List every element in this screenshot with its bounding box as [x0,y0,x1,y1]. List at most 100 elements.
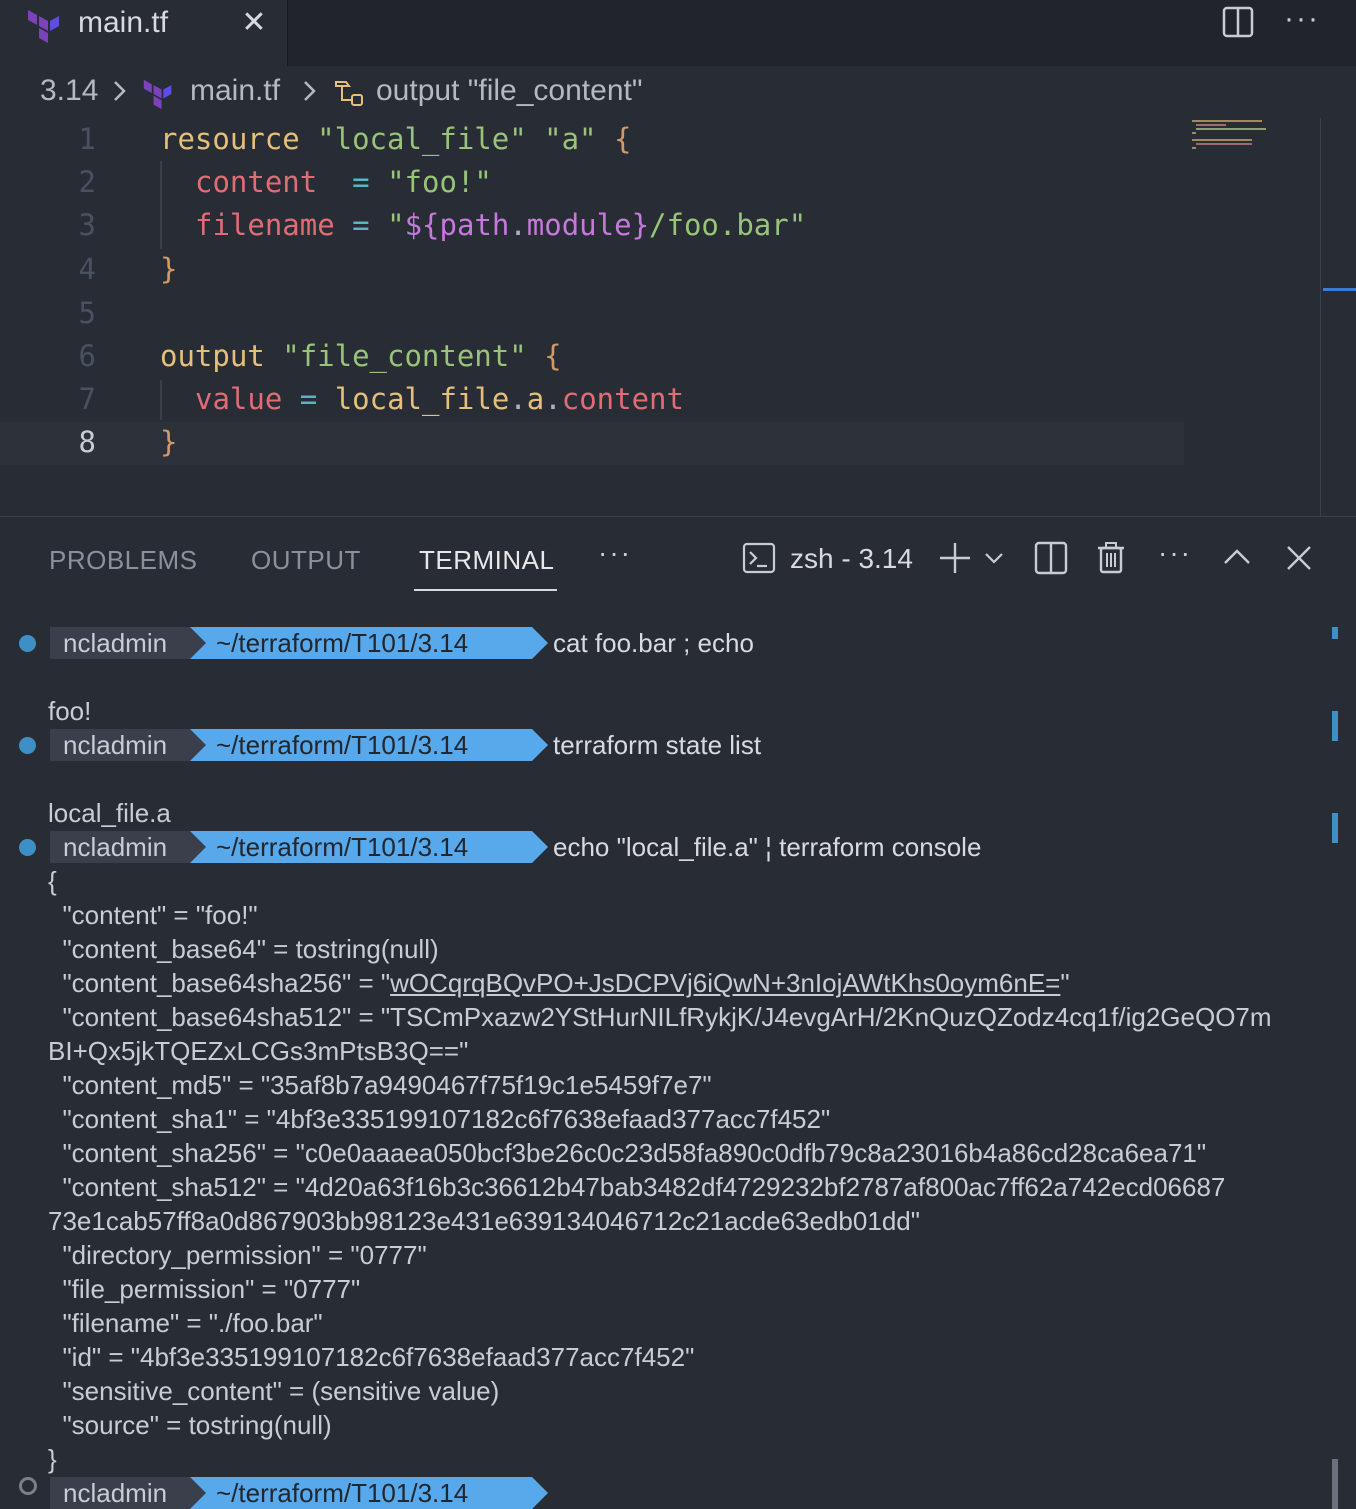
prompt-separator [190,831,206,863]
command-success-icon [19,635,36,652]
breadcrumb-folder[interactable]: 3.14 [40,74,98,108]
output-text: " [1060,968,1070,998]
breadcrumb-file[interactable]: main.tf [190,74,280,108]
token: filename [195,208,335,242]
prompt-user: ncladmin [50,831,203,863]
split-editor-icon[interactable] [1222,6,1254,38]
scroll-mark [1332,711,1338,741]
prompt-path-text: ~/terraform/T101/3.14 [216,628,469,658]
prompt-separator [190,1477,206,1509]
active-tab-indicator [414,589,557,591]
terraform-icon [28,10,59,43]
prompt-user: ncladmin [50,1477,203,1509]
output-line: "file_permission" = "0777" [48,1274,361,1304]
prompt-user: ncladmin [50,729,203,761]
token: "local_file" [317,122,527,156]
output-line: local_file.a [48,798,171,828]
output-line: foo! [48,696,92,726]
scroll-mark [1332,627,1338,639]
prompt-separator [190,729,206,761]
tab-terminal[interactable]: TERMINAL [419,545,554,576]
split-terminal-icon[interactable] [1034,541,1068,575]
token: . [509,208,527,242]
tab-output[interactable]: OUTPUT [251,545,361,576]
chevron-right-icon [114,81,126,101]
code-line-2: content = "foo!" [195,165,492,199]
code-line-4: } [160,252,177,286]
minimap[interactable] [1190,118,1290,158]
token: } [160,252,178,286]
tab-main-tf[interactable]: main.tf ✕ [0,0,288,68]
output-line: } [48,1444,57,1474]
line-number-active: 8 [78,425,96,459]
token: { [614,122,632,156]
tab-problems[interactable]: PROBLEMS [49,545,198,576]
breadcrumb: 3.14 main.tf output "file_content" [0,66,1356,118]
prompt-path-text: ~/terraform/T101/3.14 [216,832,469,862]
prompt-path: ~/terraform/T101/3.14 [190,627,532,659]
code-line-3: filename = "${path.module}/foo.bar" [195,208,806,242]
token: = [352,165,370,199]
prompt-separator [532,831,548,863]
terminal-output[interactable]: ncladmin ~/terraform/T101/3.14 cat foo.b… [0,609,1356,1509]
code-editor[interactable]: 1 2 3 4 5 6 7 8 resource "local_file" "a… [0,118,1356,516]
token: "file_content" [282,339,527,373]
token: { [544,339,562,373]
token: a [526,382,545,416]
chevron-right-icon [304,81,316,101]
close-icon[interactable]: ✕ [240,8,268,38]
output-line: "content_base64sha256" = "wOCqrqBQvPO+Js… [48,966,1070,1000]
editor-scrollbar[interactable] [1320,118,1356,516]
output-line: "directory_permission" = "0777" [48,1240,427,1270]
output-line: { [48,866,57,896]
more-actions-icon[interactable]: ··· [1158,537,1192,569]
prompt-separator [190,627,206,659]
token: path [439,208,510,242]
output-line: "content_sha256" = "c0e0aaaea050bcf3be26… [48,1138,1207,1168]
indent-guide [160,380,162,420]
close-panel-icon[interactable] [1282,541,1316,575]
token: . [544,382,562,416]
token: } [160,425,178,459]
command-text: terraform state list [553,730,762,760]
prompt-user: ncladmin [50,627,203,659]
output-line: "content_sha1" = "4bf3e335199107182c6f76… [48,1104,831,1134]
prompt-path: ~/terraform/T101/3.14 [190,831,532,863]
token: "foo!" [387,165,492,199]
editor-tab-bar: main.tf ✕ ··· [0,0,1356,68]
output-line: "content_base64sha512" = "TSCmPxazw2YStH… [48,1002,1272,1032]
token: /foo.bar" [649,208,807,242]
token: = [352,208,370,242]
output-line: "id" = "4bf3e335199107182c6f7638efaad377… [48,1342,695,1372]
terminal-shell-name[interactable]: zsh - 3.14 [790,543,913,575]
more-actions-icon[interactable]: ··· [1282,2,1322,42]
hash-link[interactable]: wOCqrqBQvPO+JsDCPVj6iQwN+3nIojAWtKhs0oym… [390,968,1060,998]
output-line: "source" = tostring(null) [48,1410,332,1440]
token: value [195,382,283,416]
maximize-panel-icon[interactable] [1220,541,1254,575]
terminal-scrollbar-thumb[interactable] [1332,1459,1338,1509]
command-pending-icon [19,1477,37,1495]
token: local_file [334,382,510,416]
add-terminal-icon[interactable] [938,541,972,575]
more-views-icon[interactable]: ··· [598,537,632,569]
output-line: "content_base64" = tostring(null) [48,934,439,964]
prompt-separator [532,729,548,761]
current-line-highlight [0,422,1184,465]
command-text: cat foo.bar ; echo [553,628,754,658]
token: ${ [404,208,440,242]
command-success-icon [19,737,36,754]
output-line: "content_sha512" = "4d20a63f16b3c36612b4… [48,1172,1226,1202]
terminal-icon [742,542,776,574]
token: . [509,382,527,416]
prompt-separator [532,1477,548,1509]
token: content [195,165,318,199]
code-line-1: resource "local_file" "a" { [160,122,631,156]
breadcrumb-symbol[interactable]: output "file_content" [376,74,642,108]
line-number: 3 [78,208,96,242]
chevron-down-icon[interactable] [982,541,1006,575]
output-line: "filename" = "./foo.bar" [48,1308,323,1338]
trash-icon[interactable] [1094,541,1128,575]
token: = [299,382,318,416]
code-line-7: value = local_file.a.content [195,382,684,416]
